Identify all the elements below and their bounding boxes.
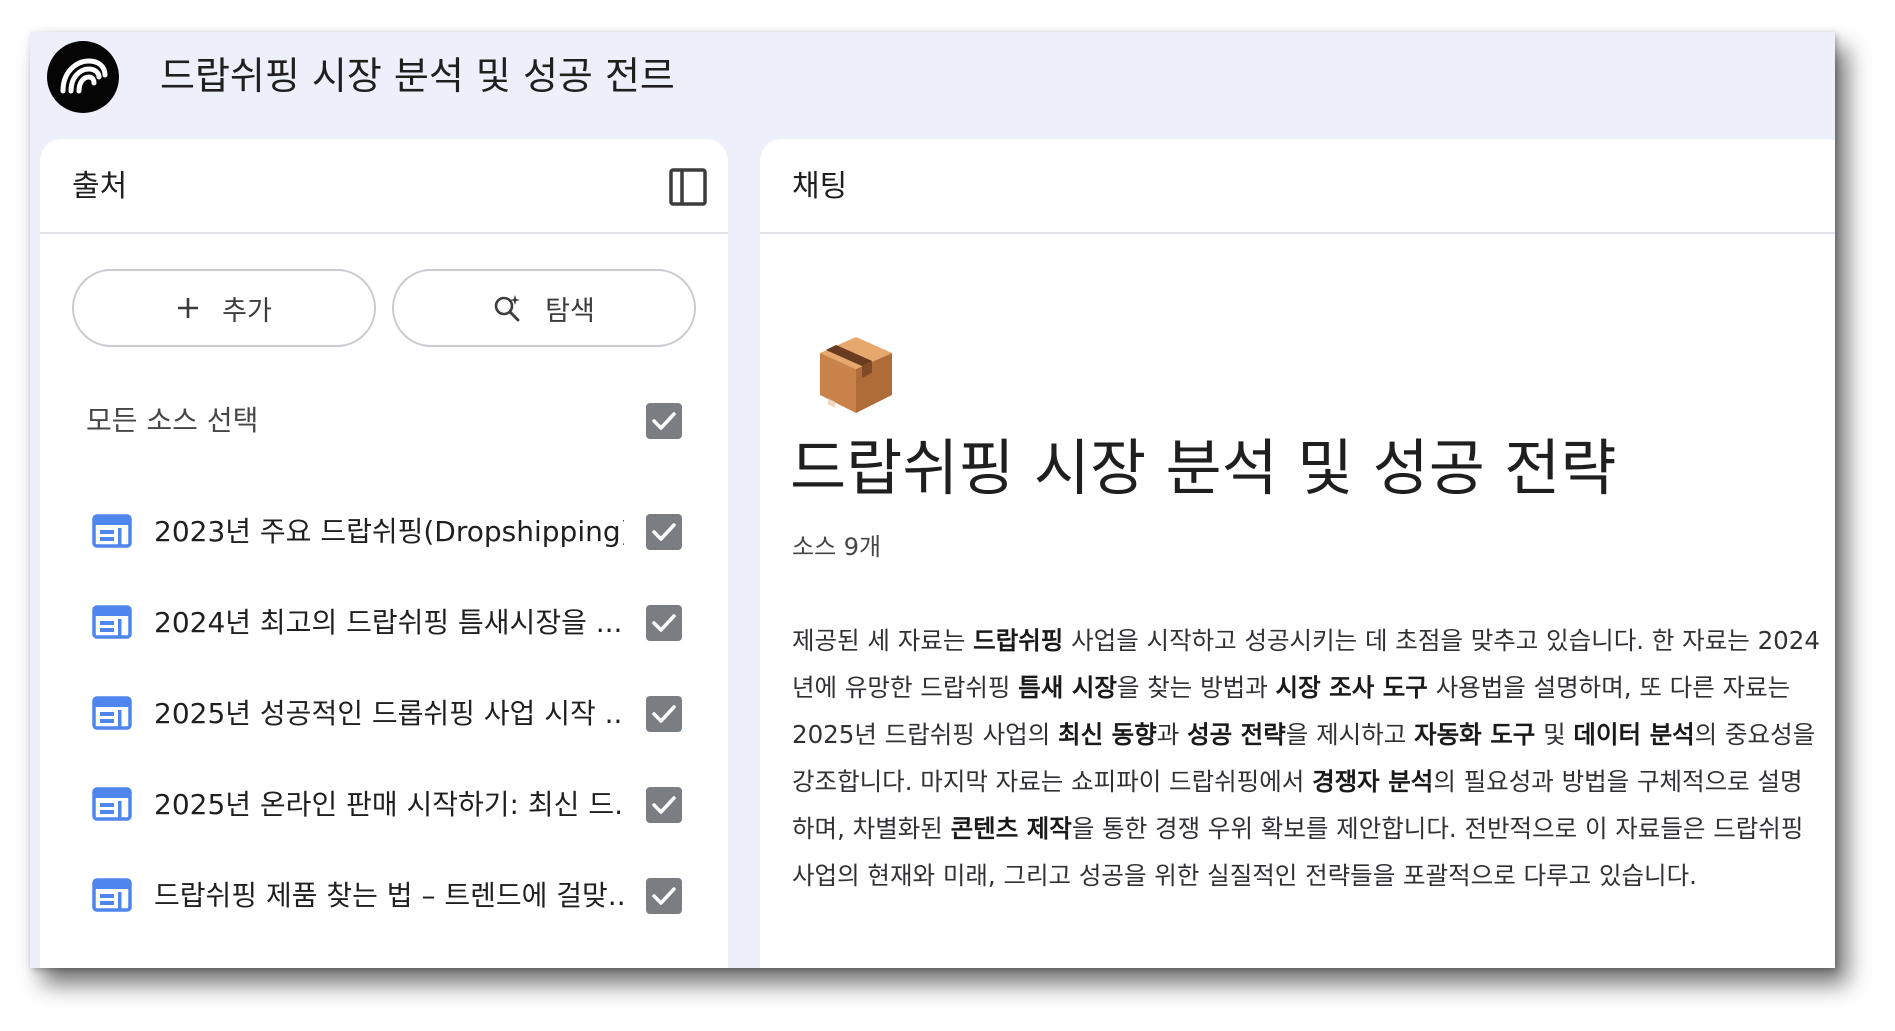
notebook-title[interactable]: 드랍쉬핑 시장 분석 및 성공 전르	[160, 46, 675, 106]
sources-panel-header: 출처	[40, 139, 728, 234]
source-label: 2025년 성공적인 드롭쉬핑 사업 시작 ...	[154, 697, 624, 730]
web-page-icon	[92, 514, 132, 548]
sources-panel-title: 출처	[72, 169, 128, 204]
app-window: 드랍쉬핑 시장 분석 및 성공 전르 출처 추가 탐색 모든 소스 선택 202…	[30, 32, 1835, 968]
source-checkbox[interactable]	[646, 787, 682, 823]
package-emoji-icon	[812, 329, 900, 423]
document-title: 드랍쉬핑 시장 분석 및 성공 전략	[790, 433, 1617, 504]
summary-keyword: 틈새 시장	[1018, 673, 1117, 702]
checkmark-icon	[652, 523, 676, 541]
select-all-label: 모든 소스 선택	[86, 404, 259, 437]
summary-keyword: 성공 전략	[1187, 720, 1286, 749]
summary-keyword: 경쟁자 분석	[1312, 767, 1434, 796]
source-count: 소스 9개	[792, 533, 882, 561]
source-checkbox[interactable]	[646, 878, 682, 914]
sidebar-toggle-icon[interactable]	[668, 167, 708, 207]
web-page-icon	[92, 878, 132, 912]
source-checkbox[interactable]	[646, 696, 682, 732]
add-source-button[interactable]: 추가	[72, 269, 376, 347]
summary-keyword: 드랍쉬핑	[973, 626, 1064, 655]
summary-keyword: 자동화 도구	[1414, 720, 1536, 749]
web-page-icon	[92, 696, 132, 730]
source-item[interactable]: 2025년 온라인 판매 시작하기: 최신 드...	[40, 775, 728, 835]
plus-icon	[178, 298, 199, 318]
checkmark-icon	[652, 705, 676, 723]
summary-segment: 을 찾는 방법과	[1116, 673, 1276, 702]
explore-sources-label: 탐색	[545, 295, 595, 327]
source-item[interactable]: 2025년 성공적인 드롭쉬핑 사업 시작 ...	[40, 684, 728, 744]
chat-panel: 채팅 드랍쉬핑 시장 분석 및 성공 전략 소스 9개 제공된 세 자료는 드랍…	[760, 139, 1835, 968]
explore-sources-button[interactable]: 탐색	[392, 269, 696, 347]
chat-panel-title: 채팅	[792, 169, 848, 204]
top-bar: 드랍쉬핑 시장 분석 및 성공 전르	[30, 32, 1835, 137]
summary-segment: 및	[1535, 720, 1574, 749]
source-label: 2025년 온라인 판매 시작하기: 최신 드...	[154, 788, 624, 821]
checkmark-icon	[652, 887, 676, 905]
source-checkbox[interactable]	[646, 514, 682, 550]
summary-segment: 을 제시하고	[1285, 720, 1415, 749]
add-source-label: 추가	[222, 295, 272, 327]
checkmark-icon	[652, 412, 676, 430]
source-label: 2023년 주요 드랍쉬핑(Dropshipping)...	[154, 515, 624, 548]
source-label: 드랍쉬핑 제품 찾는 법 – 트렌드에 걸맞...	[154, 879, 624, 912]
source-item[interactable]: 2023년 주요 드랍쉬핑(Dropshipping)...	[40, 502, 728, 562]
summary-keyword: 데이터 분석	[1573, 720, 1695, 749]
web-page-icon	[92, 605, 132, 639]
chat-panel-header: 채팅	[760, 139, 1835, 234]
checkmark-icon	[652, 614, 676, 632]
search-sparkle-icon	[494, 295, 521, 322]
summary-keyword: 최신 동향	[1058, 720, 1157, 749]
summary-segment: 제공된 세 자료는	[792, 626, 974, 655]
summary-segment: 과	[1156, 720, 1188, 749]
app-logo-icon[interactable]	[47, 41, 119, 113]
select-all-checkbox[interactable]	[646, 403, 682, 439]
web-page-icon	[92, 787, 132, 821]
source-checkbox[interactable]	[646, 605, 682, 641]
summary-keyword: 콘텐츠 제작	[950, 814, 1072, 843]
source-label: 2024년 최고의 드랍쉬핑 틈새시장을 ...	[154, 606, 623, 639]
summary-keyword: 시장 조사 도구	[1275, 673, 1428, 702]
source-item[interactable]: 드랍쉬핑 제품 찾는 법 – 트렌드에 걸맞...	[40, 866, 728, 926]
checkmark-icon	[652, 796, 676, 814]
source-item[interactable]: 2024년 최고의 드랍쉬핑 틈새시장을 ...	[40, 593, 728, 653]
summary-text: 제공된 세 자료는 드랍쉬핑 사업을 시작하고 성공시키는 데 초점을 맞추고 …	[792, 617, 1820, 899]
sources-panel: 출처 추가 탐색 모든 소스 선택 2023년 주요 드랍쉬핑(Dropship…	[40, 139, 728, 968]
